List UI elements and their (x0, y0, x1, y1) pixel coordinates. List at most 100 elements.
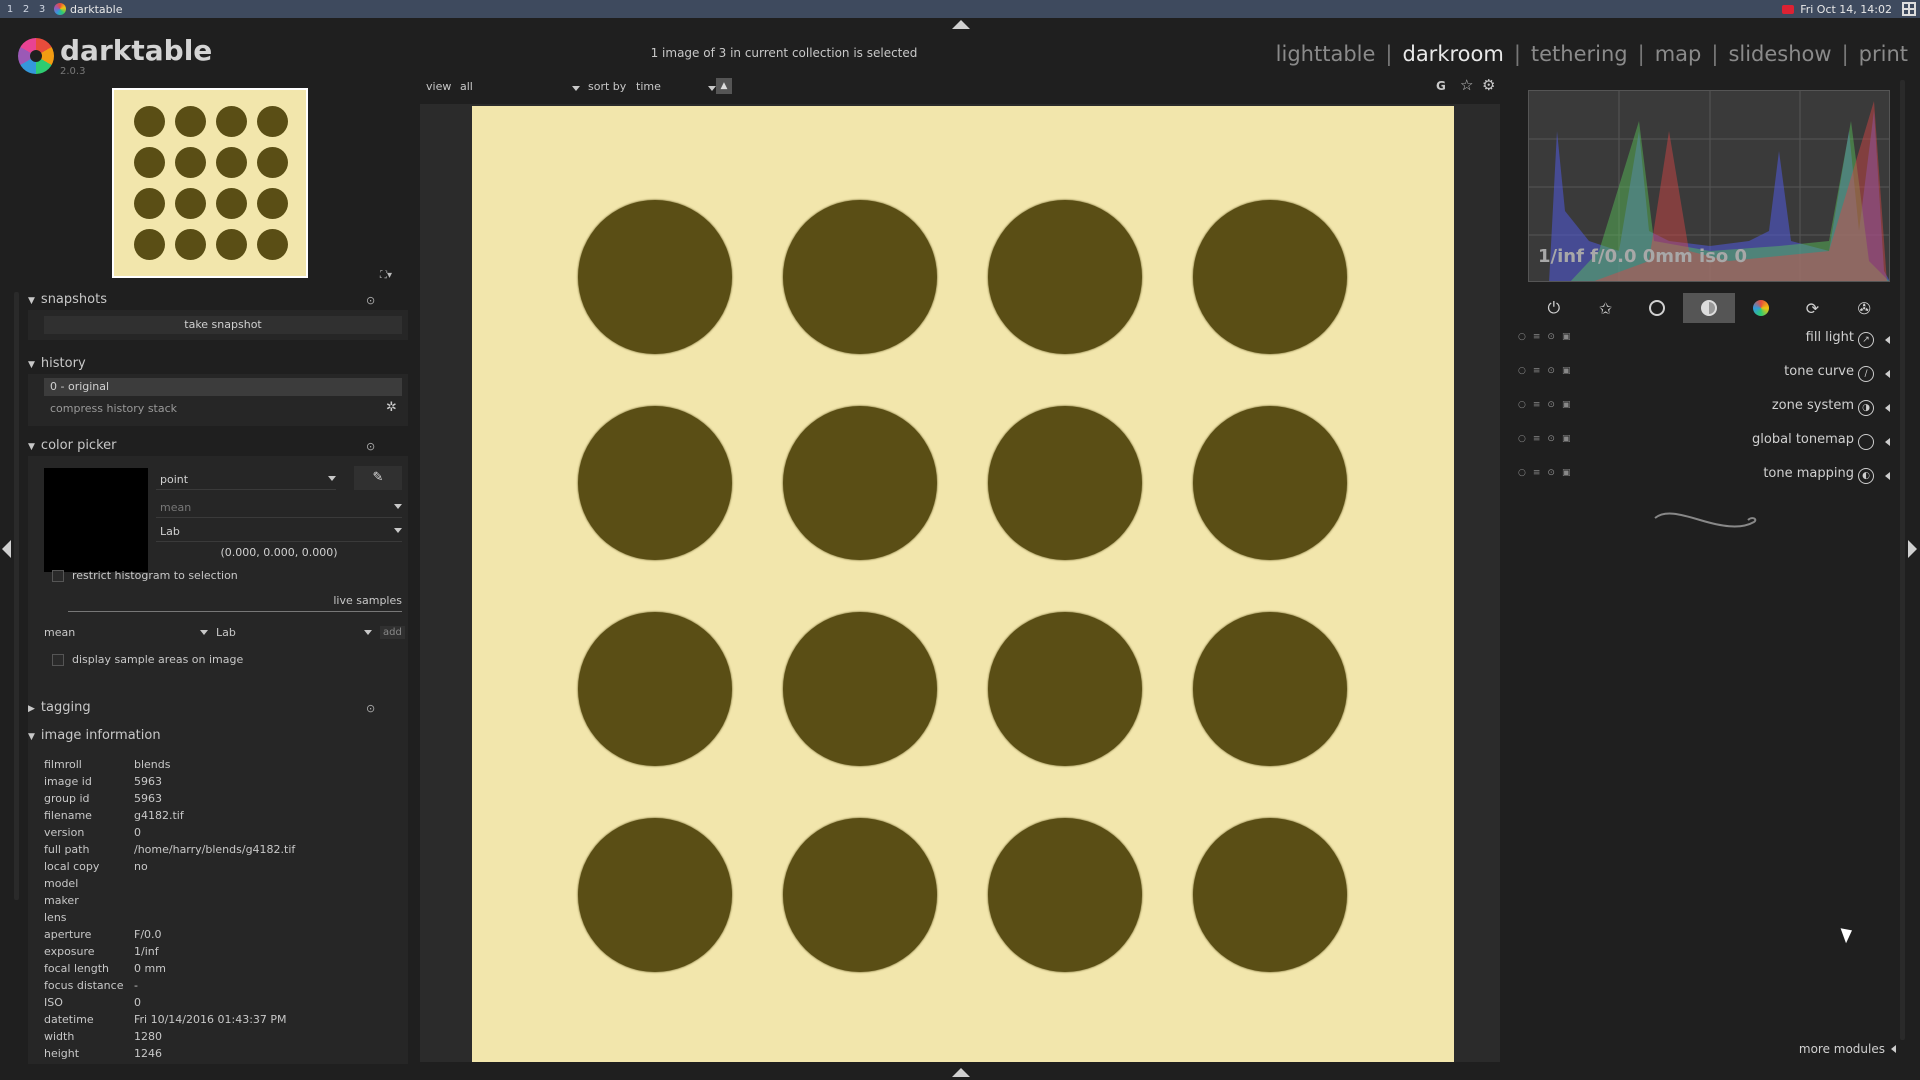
view-tethering[interactable]: tethering (1531, 42, 1628, 66)
color-picker-header[interactable]: ▼ color picker (28, 438, 116, 453)
grouping-button[interactable]: G (1436, 79, 1446, 93)
view-lighttable[interactable]: lighttable (1276, 42, 1376, 66)
expand-arrow-icon[interactable] (1885, 438, 1890, 446)
collapse-top-arrow-icon[interactable] (952, 20, 970, 29)
preset-icon[interactable]: ▣ (1562, 400, 1571, 410)
snapshots-body: take snapshot (28, 310, 408, 340)
reset-icon[interactable]: ⊙ (1547, 400, 1555, 410)
workspace-2[interactable]: 2 (20, 4, 32, 15)
module-tone-mapping[interactable]: ○ ≡ ⊙ ▣ tone mapping ◐ (1518, 464, 1898, 488)
multi-instance-icon[interactable]: ○ (1518, 366, 1526, 376)
expand-arrow-icon[interactable] (1885, 472, 1890, 480)
display-sample-checkbox[interactable] (52, 654, 64, 666)
main-image[interactable] (472, 106, 1454, 1062)
menu-icon[interactable]: ≡ (1533, 366, 1541, 376)
multi-instance-icon[interactable]: ○ (1518, 400, 1526, 410)
reset-icon[interactable]: ⊙ (366, 440, 375, 453)
view-map[interactable]: map (1655, 42, 1702, 66)
compress-history-button[interactable]: compress history stack (50, 402, 177, 415)
colorspace-select[interactable]: Lab (156, 522, 402, 542)
workspace-switcher[interactable]: 1 2 3 (4, 4, 48, 15)
multi-instance-icon[interactable]: ○ (1518, 468, 1526, 478)
chevron-down-icon (708, 86, 716, 91)
expand-arrow-icon[interactable] (1885, 336, 1890, 344)
eyedropper-icon[interactable]: ✎ (354, 466, 402, 490)
reset-icon[interactable]: ⊙ (366, 294, 375, 307)
collapse-bottom-arrow-icon[interactable] (952, 1068, 970, 1077)
sample-stat-select[interactable]: mean (44, 624, 208, 642)
multi-instance-icon[interactable]: ○ (1518, 332, 1526, 342)
preset-icon[interactable]: ▣ (1562, 434, 1571, 444)
left-scrollbar[interactable] (14, 292, 19, 900)
zoom-menu-icon[interactable]: ⛶▾ (380, 270, 392, 281)
chevron-down-icon (364, 630, 372, 635)
chevron-down-icon (328, 476, 336, 481)
image-information-header[interactable]: ▼ image information (28, 728, 161, 743)
reset-icon[interactable]: ⊙ (366, 702, 375, 715)
left-panel: ⛶▾ ▼ snapshots ⊙ take snapshot ▼ history 0… (20, 80, 408, 1065)
picker-mode-select[interactable]: point (156, 470, 336, 490)
multi-instance-icon[interactable]: ○ (1518, 434, 1526, 444)
navigator-thumbnail[interactable] (112, 88, 308, 278)
gear-icon[interactable]: ⚙ (1482, 76, 1495, 94)
star-icon[interactable]: ☆ (1460, 76, 1473, 94)
clock-text: Fri Oct 14, 14:02 (1800, 2, 1892, 16)
style-icon[interactable]: ✲ (386, 400, 397, 415)
aperture-icon[interactable]: ✇ (1838, 293, 1890, 323)
menu-icon[interactable]: ≡ (1533, 468, 1541, 478)
menu-icon[interactable]: ≡ (1533, 332, 1541, 342)
collapse-left-arrow-icon[interactable] (2, 540, 11, 558)
history-header[interactable]: ▼ history (28, 356, 86, 371)
menu-icon[interactable]: ≡ (1533, 400, 1541, 410)
image-information-body: filmroll blends image id 5963 group id 5963… (28, 748, 408, 1064)
tone-curve-icon: ∕ (1858, 366, 1874, 382)
power-icon[interactable]: ⏻ (1528, 293, 1580, 323)
module-global-tonemap[interactable]: ○ ≡ ⊙ ▣ global tonemap (1518, 430, 1898, 454)
taskbar-app-title: darktable (70, 2, 123, 16)
chevron-down-icon (394, 528, 402, 533)
take-snapshot-button[interactable]: take snapshot (44, 316, 402, 334)
reset-icon[interactable]: ⊙ (1547, 332, 1555, 342)
module-tone-curve[interactable]: ○ ≡ ⊙ ▣ tone curve ∕ (1518, 362, 1898, 386)
snapshots-header[interactable]: ▼ snapshots (28, 292, 107, 307)
more-modules-button[interactable]: more modules (1799, 1042, 1896, 1056)
half-circle-icon[interactable] (1683, 293, 1735, 323)
end-of-modules-squiggle-icon (1654, 512, 1757, 528)
view-print[interactable]: print (1859, 42, 1908, 66)
preset-icon[interactable]: ▣ (1562, 468, 1571, 478)
module-name: global tonemap (1752, 432, 1854, 447)
reset-icon[interactable]: ⊙ (1547, 434, 1555, 444)
add-sample-button[interactable]: add (380, 626, 405, 639)
version-label: 2.0.3 (60, 66, 86, 77)
desktop-grid-icon[interactable] (1902, 2, 1916, 16)
reset-icon[interactable]: ⊙ (1547, 366, 1555, 376)
star-icon[interactable]: ✩ (1580, 293, 1632, 323)
workspace-1[interactable]: 1 (4, 4, 16, 15)
circle-icon[interactable] (1631, 293, 1683, 323)
color-icon[interactable] (1735, 293, 1787, 323)
module-zone-system[interactable]: ○ ≡ ⊙ ▣ zone system ◑ (1518, 396, 1898, 420)
sort-direction-button[interactable]: ▲ (716, 78, 732, 94)
expand-arrow-icon[interactable] (1885, 404, 1890, 412)
sort-select[interactable]: time (636, 80, 716, 93)
preset-icon[interactable]: ▣ (1562, 366, 1571, 376)
restrict-histogram-checkbox[interactable] (52, 570, 64, 582)
taskbar-app[interactable]: darktable (54, 3, 122, 16)
history-item[interactable]: 0 - original (44, 378, 402, 396)
expand-arrow-icon[interactable] (1885, 370, 1890, 378)
reset-icon[interactable]: ⊙ (1547, 468, 1555, 478)
sample-space-select[interactable]: Lab (216, 624, 372, 642)
workspace-3[interactable]: 3 (36, 4, 48, 15)
zone-system-icon: ◑ (1858, 400, 1874, 416)
tagging-header[interactable]: ▶ tagging (28, 700, 91, 715)
recorder-icon[interactable] (1782, 4, 1795, 14)
view-slideshow[interactable]: slideshow (1728, 42, 1831, 66)
menu-icon[interactable]: ≡ (1533, 434, 1541, 444)
rotate-icon[interactable]: ⟳ (1787, 293, 1839, 323)
module-fill-light[interactable]: ○ ≡ ⊙ ▣ fill light ↗ (1518, 328, 1898, 352)
preset-icon[interactable]: ▣ (1562, 332, 1571, 342)
view-darkroom[interactable]: darkroom (1402, 42, 1503, 66)
statistic-select[interactable]: mean (156, 498, 402, 518)
view-filter-select[interactable]: all (460, 80, 580, 93)
center-view[interactable] (420, 104, 1500, 1062)
